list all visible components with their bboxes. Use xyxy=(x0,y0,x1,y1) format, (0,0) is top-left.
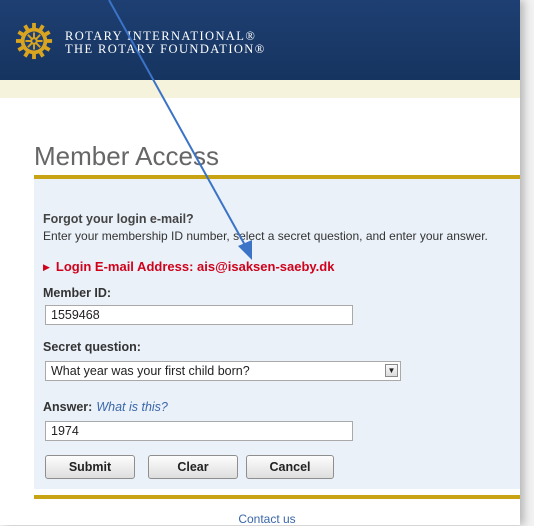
arrow-head xyxy=(238,240,252,260)
annotation-arrow xyxy=(108,0,252,260)
